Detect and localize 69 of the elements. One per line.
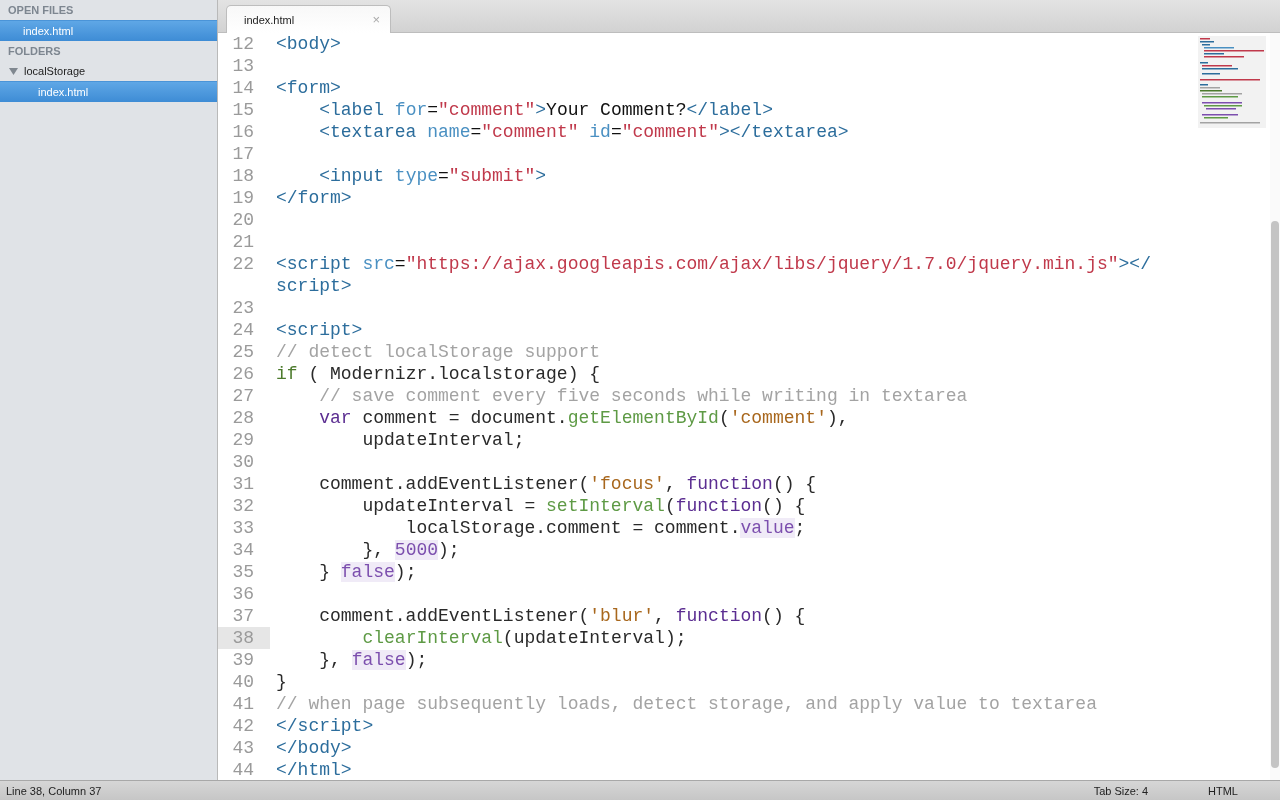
code-line: comment.addEventListener('focus', function() { (318, 473, 817, 495)
code-line: <textarea name="comment" id="comment"></textarea> (318, 121, 849, 143)
line-number: 41 (232, 694, 254, 714)
cursor-position: Line 38, Column 37 (6, 784, 102, 797)
line-number: 35 (232, 562, 254, 582)
syntax-setting[interactable]: HTML (1208, 784, 1238, 797)
code-line: </body> (276, 737, 352, 759)
code-line: comment.addEventListener('blur', function() { (318, 605, 806, 627)
line-number: 29 (232, 430, 254, 450)
line-number: 12 (232, 34, 254, 54)
section-header: OPEN FILES (7, 3, 75, 18)
line-number: 24 (232, 320, 254, 340)
line-number: 26 (232, 364, 254, 384)
line-number: 43 (232, 738, 254, 758)
code-line: }, 5000); (361, 539, 460, 561)
line-number: 42 (232, 716, 254, 736)
line-number: 20 (232, 210, 254, 230)
line-number: 27 (232, 386, 254, 406)
line-number: 30 (232, 452, 254, 472)
line-number: 32 (232, 496, 254, 516)
code-line: </html> (276, 759, 352, 780)
folder-name[interactable]: localStorage (24, 65, 86, 77)
code-line: } (276, 671, 287, 693)
code-line: updateInterval = setInterval(function() { (361, 495, 806, 517)
code-line: </form> (276, 187, 352, 209)
minimap-drawing[interactable] (1198, 36, 1266, 128)
line-number: 28 (232, 408, 254, 428)
code-line: updateInterval; (361, 429, 525, 451)
section-header: FOLDERS (7, 44, 62, 59)
line-number: 15 (232, 100, 254, 120)
line-number: 17 (232, 144, 254, 164)
code-line: <script> (276, 319, 363, 341)
line-number: 40 (232, 672, 254, 692)
line-number: 14 (232, 78, 254, 98)
disclosure-triangle-icon[interactable] (9, 67, 18, 75)
code-line: </script> (276, 715, 374, 737)
scrollbar-thumb[interactable] (1271, 221, 1279, 768)
tab[interactable]: index.html × (226, 5, 391, 33)
code-line: var comment = document.getElementById('comment'), (318, 407, 849, 429)
code-line: script> (276, 275, 352, 297)
code-line: <form> (276, 77, 341, 99)
code-line: <script src="https://ajax.googleapis.com/ajax/libs/jquery/1.7.0/jquery.min.js"></ (276, 253, 1151, 275)
line-number: 34 (232, 540, 254, 560)
line-number: 22 (232, 254, 254, 274)
line-number: 37 (232, 606, 254, 626)
line-number: 38 (232, 628, 254, 648)
code-line: // when page subsequently loads, detect storage, and apply value to textarea (276, 693, 1097, 715)
code-line: <body> (276, 33, 341, 55)
code-line: <input type="submit"> (318, 165, 547, 187)
code-line: }, false); (318, 649, 428, 671)
code-line: // detect localStorage support (276, 341, 601, 363)
code-line: // save comment every five seconds while writing in textarea (318, 385, 968, 407)
line-number: 33 (232, 518, 254, 538)
code-line: localStorage.comment = comment.value; (404, 517, 806, 539)
tab-size-setting[interactable]: Tab Size: 4 (1093, 784, 1149, 797)
line-number: 19 (232, 188, 254, 208)
code-line: if ( Modernizr.localstorage) { (276, 363, 601, 385)
line-number: 16 (232, 122, 254, 142)
line-number: 25 (232, 342, 254, 362)
line-number: 21 (232, 232, 254, 252)
line-number: 23 (232, 298, 254, 318)
code-line: clearInterval(updateInterval); (361, 627, 687, 649)
line-number: 36 (232, 584, 254, 604)
line-number: 31 (232, 474, 254, 494)
line-number: 39 (232, 650, 254, 670)
line-number: 18 (232, 166, 254, 186)
line-number: 13 (232, 56, 254, 76)
code-line: <label for="comment">Your Comment?</label> (318, 99, 773, 121)
line-number: 44 (232, 760, 254, 780)
